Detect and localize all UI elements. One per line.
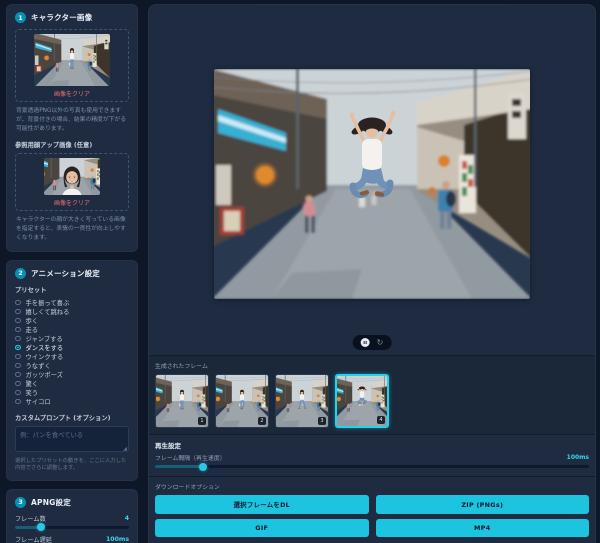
preset-option[interactable]: 歩く [15, 316, 129, 325]
step-1-badge: 1 [15, 12, 26, 23]
apng-section-title: APNG設定 [31, 497, 71, 508]
preset-option[interactable]: 驚く [15, 379, 129, 388]
custom-prompt-input[interactable] [15, 426, 129, 452]
interval-value: 100ms [567, 454, 589, 461]
frame-thumbnail[interactable]: 2 [215, 374, 269, 428]
frame-thumbnail[interactable]: 4 [335, 374, 389, 428]
download-mp4-button[interactable]: MP4 [376, 519, 590, 537]
download-zip-button[interactable]: ZIP (PNGs) [376, 495, 590, 514]
character-image-preview [34, 34, 110, 86]
preset-option[interactable]: ジャンプする [15, 334, 129, 343]
download-panel: ダウンロードオプション 選択フレームをDL ZIP (PNGs) GIF MP4 [149, 476, 595, 543]
section-header: 3 APNG設定 [15, 497, 129, 508]
frame-number-badge: 2 [258, 417, 266, 425]
animation-preview-image [214, 69, 530, 299]
preset-option[interactable]: ウインクする [15, 352, 129, 361]
preset-option[interactable]: 走る [15, 325, 129, 334]
radio-icon [15, 336, 21, 342]
section-header: 2 アニメーション設定 [15, 268, 129, 279]
apng-settings-section: 3 APNG設定 フレーム数 4 フレーム遅延 100ms ループ数 7 0.4… [6, 489, 138, 543]
character-section-title: キャラクター画像 [31, 12, 92, 23]
app-root: 1 キャラクター画像 画像をクリア 背景透過PNG以外の [0, 0, 600, 543]
frame-number-badge: 3 [318, 417, 326, 425]
playback-panel: 再生設定 フレーム間隔（再生速度） 100ms [149, 434, 595, 476]
step-3-badge: 3 [15, 497, 26, 508]
play-pause-button[interactable] [361, 338, 370, 347]
interval-slider[interactable] [155, 465, 589, 468]
face-ref-preview [44, 158, 100, 195]
frame-thumbnail[interactable]: 1 [155, 374, 209, 428]
animation-settings-section: 2 アニメーション設定 プリセット 手を振って喜ぶ 嬉しくて跳ねる 歩く 走る … [6, 260, 138, 481]
pause-icon [363, 341, 367, 345]
preset-option[interactable]: うなずく [15, 361, 129, 370]
interval-label: フレーム間隔（再生速度） [155, 453, 226, 462]
loop-icon[interactable]: ↻ [377, 339, 384, 347]
character-image-hint: 背景透過PNG以外の写真も使用できますが、背景付きの場合、結果の精度が下がる可能… [16, 107, 128, 134]
radio-icon [15, 318, 21, 324]
custom-prompt-label: カスタムプロンプト (オプション) [15, 413, 129, 422]
clear-face-ref-button[interactable]: 画像をクリア [20, 198, 124, 207]
preset-option[interactable]: サイコロ [15, 397, 129, 406]
download-selected-frame-button[interactable]: 選択フレームをDL [155, 495, 369, 514]
radio-icon [15, 399, 21, 405]
preview-area[interactable]: ↻ [149, 5, 595, 355]
preset-label: プリセット [15, 285, 129, 294]
preset-option[interactable]: 笑う [15, 388, 129, 397]
main-panel: ↻ 生成されたフレーム 1 [148, 4, 596, 543]
player-controls: ↻ [353, 335, 392, 350]
playback-title: 再生設定 [155, 440, 589, 450]
clear-character-image-button[interactable]: 画像をクリア [20, 89, 124, 98]
preset-option[interactable]: 嬉しくて跳ねる [15, 307, 129, 316]
slider-handle[interactable] [37, 523, 45, 531]
radio-icon [15, 390, 21, 396]
character-image-dropzone[interactable]: 画像をクリア [15, 29, 129, 102]
character-image-section: 1 キャラクター画像 画像をクリア 背景透過PNG以外の [6, 4, 138, 252]
download-button-grid: 選択フレームをDL ZIP (PNGs) GIF MP4 [155, 495, 589, 539]
radio-icon [15, 381, 21, 387]
face-ref-label: 参照用顔アップ画像 (任意) [15, 140, 129, 149]
download-gif-button[interactable]: GIF [155, 519, 369, 537]
sidebar: 1 キャラクター画像 画像をクリア 背景透過PNG以外の [6, 4, 138, 543]
preset-list: 手を振って喜ぶ 嬉しくて跳ねる 歩く 走る ジャンプする ダンスをする ウインク… [15, 298, 129, 406]
frame-count-slider[interactable] [15, 526, 129, 529]
apng-slider-group: フレーム数 4 フレーム遅延 100ms ループ数 7 [15, 514, 129, 543]
face-ref-hint: キャラクターの顔が大きく写っている画像を指定すると、表情の一貫性が向上しやすくな… [16, 216, 128, 243]
slider-handle[interactable] [199, 463, 207, 471]
radio-icon [15, 372, 21, 378]
frames-strip: 1 2 [155, 374, 589, 428]
download-title: ダウンロードオプション [155, 482, 589, 491]
radio-icon [15, 327, 21, 333]
radio-icon [15, 345, 21, 351]
frames-panel: 生成されたフレーム 1 [149, 355, 595, 434]
face-ref-dropzone[interactable]: 画像をクリア [15, 153, 129, 211]
radio-icon [15, 354, 21, 360]
animation-section-title: アニメーション設定 [31, 268, 100, 279]
custom-prompt-note: 選択したプリセットの動きを、ここに入力した内容でさらに調整します。 [15, 458, 129, 473]
frame-thumbnail[interactable]: 3 [275, 374, 329, 428]
radio-icon [15, 300, 21, 306]
slider-fill [155, 465, 203, 468]
section-header: 1 キャラクター画像 [15, 12, 129, 23]
radio-icon [15, 309, 21, 315]
radio-icon [15, 363, 21, 369]
frame-number-badge: 1 [198, 417, 206, 425]
preset-option[interactable]: 手を振って喜ぶ [15, 298, 129, 307]
frames-label: 生成されたフレーム [155, 361, 589, 370]
step-2-badge: 2 [15, 268, 26, 279]
preset-option[interactable]: ガッツポーズ [15, 370, 129, 379]
preset-option[interactable]: ダンスをする [15, 343, 129, 352]
frame-number-badge: 4 [377, 416, 385, 424]
